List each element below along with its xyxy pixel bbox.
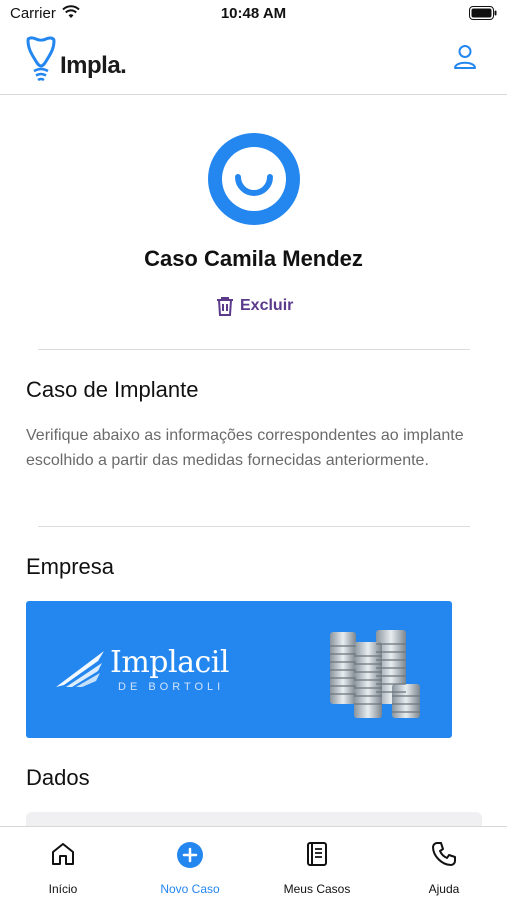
case-avatar (208, 133, 300, 225)
book-icon (307, 842, 327, 866)
logo-text: Impla. (60, 52, 127, 79)
tab-label: Ajuda (428, 882, 460, 896)
battery-icon (469, 6, 497, 20)
tab-inicio[interactable]: Início (0, 827, 126, 900)
dental-implants-image (330, 630, 420, 718)
divider (38, 349, 470, 350)
wing-logo-icon (56, 651, 104, 687)
implant-section-heading: Caso de Implante (26, 377, 199, 402)
implant-description: Verifique abaixo as informações correspo… (26, 427, 464, 469)
status-time: 10:48 AM (220, 5, 287, 22)
data-section-heading: Dados (26, 765, 90, 790)
tab-ajuda[interactable]: Ajuda (381, 827, 507, 900)
tab-novo-caso[interactable]: Novo Caso (127, 827, 253, 900)
company-section-heading: Empresa (26, 554, 115, 579)
tooth-logo-icon (26, 36, 56, 82)
tab-label: Novo Caso (160, 882, 220, 896)
plus-circle-icon (177, 842, 203, 868)
delete-label: Excluir (240, 297, 294, 314)
divider (38, 526, 470, 527)
tab-meus-casos[interactable]: Meus Casos (254, 827, 380, 900)
company-brand-name: Implacil (110, 645, 229, 680)
tab-label: Meus Casos (283, 882, 351, 896)
tab-bar: Início Novo Caso Meus Casos Ajuda (0, 826, 507, 900)
company-brand-sub: DE BORTOLI (118, 681, 225, 693)
company-card[interactable]: Implacil DE BORTOLI (26, 601, 452, 738)
app-logo[interactable]: Impla. (24, 36, 127, 82)
data-panel (26, 812, 482, 826)
case-title: Caso Camila Mendez (144, 246, 363, 271)
phone-icon (432, 842, 456, 866)
delete-case-button[interactable]: Excluir (216, 296, 293, 316)
home-icon (52, 843, 74, 865)
trash-icon (217, 297, 233, 316)
status-bar: Carrier 10:48 AM (0, 0, 507, 28)
smile-icon (222, 147, 286, 211)
app-header: Impla. (0, 28, 507, 95)
tab-label: Início (48, 882, 78, 896)
case-detail-content[interactable]: Caso Camila Mendez Excluir Caso de Impla… (0, 96, 507, 826)
user-icon[interactable] (453, 44, 477, 70)
